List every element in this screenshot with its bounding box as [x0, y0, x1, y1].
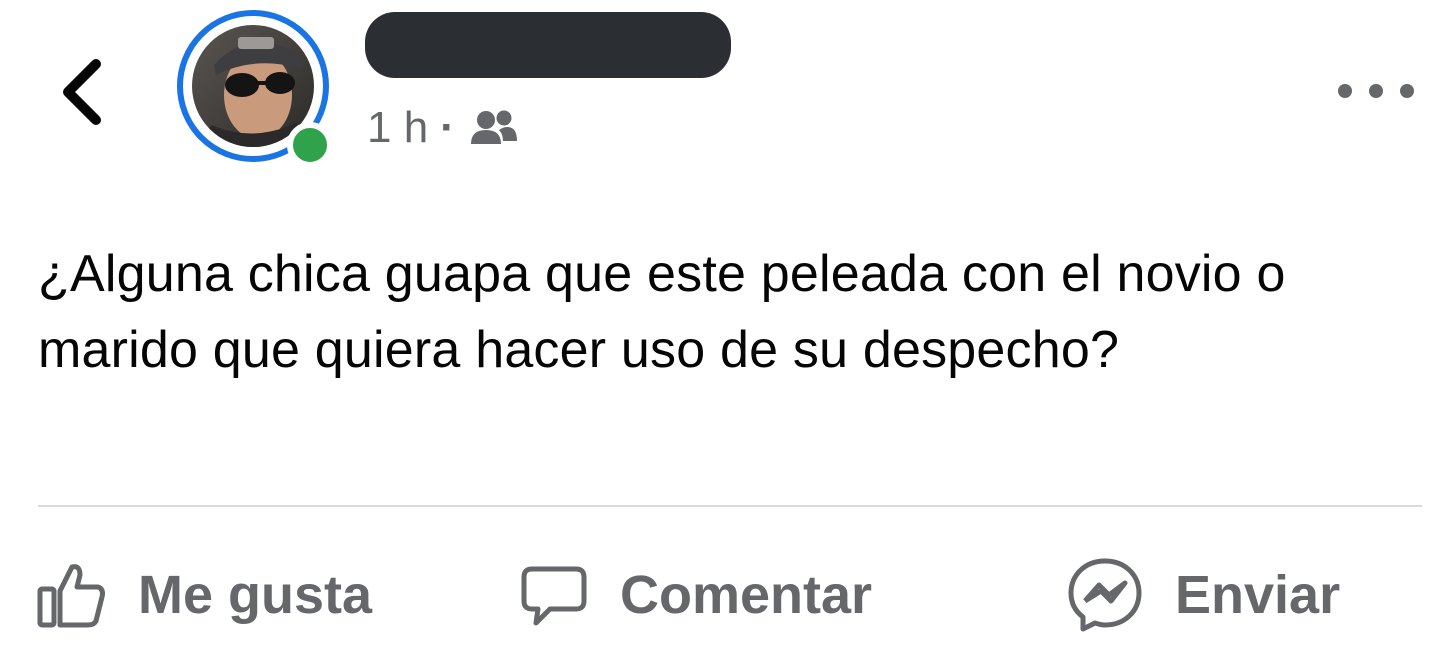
meta-separator: ·	[440, 103, 455, 152]
send-label: Enviar	[1175, 565, 1341, 625]
comment-button[interactable]: Comentar	[518, 540, 872, 650]
divider	[38, 505, 1422, 507]
friends-icon	[470, 110, 517, 144]
comment-icon	[521, 566, 587, 626]
thumbs-up-icon	[37, 564, 105, 628]
author-name-redacted[interactable]	[365, 12, 731, 78]
like-label: Me gusta	[138, 565, 373, 625]
post-text: ¿Alguna chica guapa que este peleada con…	[38, 245, 1286, 379]
comment-label: Comentar	[620, 565, 873, 625]
back-button[interactable]	[50, 52, 110, 132]
timestamp[interactable]: 1 h	[367, 103, 428, 153]
online-status-indicator	[287, 122, 333, 168]
post-header: 1 h ·	[0, 0, 1456, 190]
chevron-left-icon	[63, 59, 101, 125]
send-button[interactable]: Enviar	[1065, 540, 1340, 650]
author-avatar[interactable]	[177, 10, 337, 170]
post-actions-bar: Me gusta Comentar Enviar	[0, 540, 1456, 650]
more-options-button[interactable]	[1338, 74, 1414, 108]
more-dots-icon	[1338, 84, 1352, 98]
like-button[interactable]: Me gusta	[36, 540, 372, 650]
messenger-icon	[1068, 558, 1142, 632]
post-meta: 1 h ·	[367, 98, 519, 158]
